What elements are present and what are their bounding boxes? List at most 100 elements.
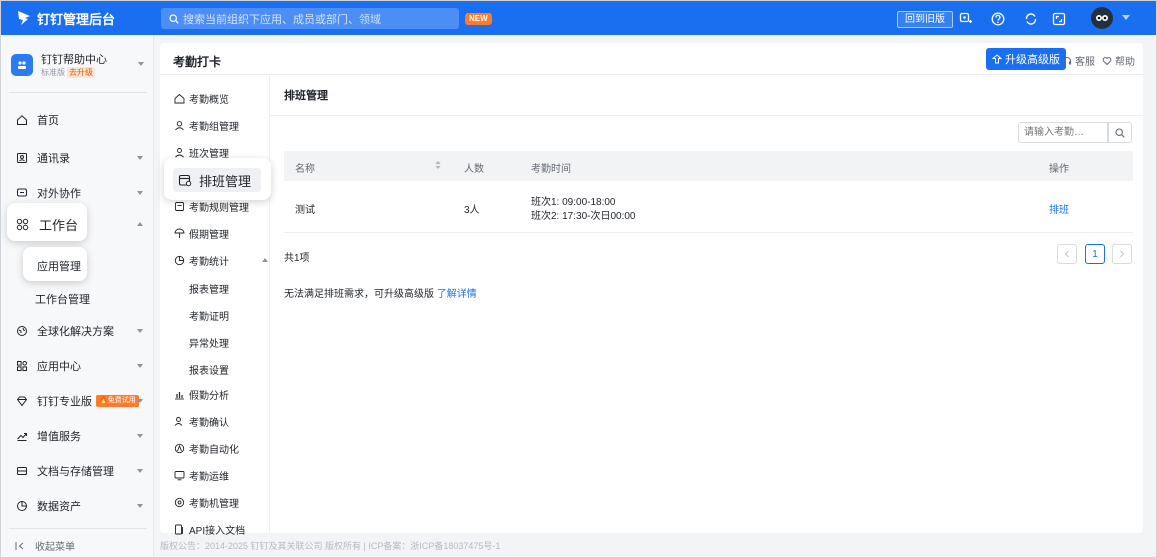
document-icon — [173, 523, 185, 535]
nav-confirm[interactable]: 考勤确认 — [173, 412, 268, 430]
org-name: 钉钉帮助中心 — [41, 54, 107, 66]
collapse-menu-button[interactable]: 收起菜单 — [15, 538, 75, 553]
org-switcher[interactable]: 钉钉帮助中心 标准版 去升级 — [11, 50, 146, 90]
chat-icon — [15, 186, 29, 200]
sidebar-item-workbench[interactable]: 工作台 — [15, 214, 143, 234]
nav-ops[interactable]: 考勤运维 — [173, 466, 268, 484]
chevron-left-icon — [1064, 250, 1069, 258]
sidebar-item-contacts[interactable]: 通讯录 — [15, 148, 143, 168]
sidebar-item-label: 全球化解决方案 — [37, 326, 114, 338]
schedule-action-link[interactable]: 排班 — [1049, 201, 1069, 216]
nav-label: 考勤组管理 — [189, 121, 239, 133]
sidebar-item-home[interactable]: 首页 — [15, 110, 143, 130]
umbrella-icon — [173, 227, 185, 239]
total-count: 共1项 — [284, 253, 310, 264]
cell-count: 3人 — [464, 205, 480, 216]
page-1-button[interactable]: 1 — [1085, 244, 1105, 264]
user-check-icon — [173, 415, 185, 427]
sidebar-item-external[interactable]: 对外协作 — [15, 183, 143, 203]
refresh-icon[interactable] — [1022, 10, 1040, 28]
sidebar-subitem-app-manage[interactable]: 应用管理 — [37, 258, 81, 274]
sidebar-item-global[interactable]: 全球化解决方案 — [15, 321, 143, 341]
global-search-input[interactable]: 搜索当前组织下应用、成员或部门、领域 — [161, 8, 459, 29]
org-edition-label: 标准版 — [41, 68, 65, 77]
learn-more-link[interactable]: 了解详情 — [437, 289, 477, 300]
home-icon — [15, 113, 29, 127]
nav-report-settings[interactable]: 报表设置 — [189, 362, 229, 377]
upgrade-tip: 无法满足排班需求，可升级高级版 了解详情 — [284, 285, 477, 300]
nav-schedule[interactable]: 排班管理 — [173, 171, 268, 189]
sidebar-subitem-workbench-manage[interactable]: 工作台管理 — [35, 291, 90, 307]
nav-rules[interactable]: 考勤规则管理 — [173, 197, 268, 215]
content-divider — [270, 115, 1143, 116]
sort-icon[interactable] — [435, 159, 441, 173]
org-upgrade-link[interactable]: 去升级 — [67, 67, 95, 78]
user-avatar[interactable] — [1091, 7, 1113, 29]
dingtalk-logo-icon — [18, 11, 30, 25]
nav-report-manage[interactable]: 报表管理 — [189, 281, 229, 296]
sidebar-item-label: 文档与存储管理 — [37, 466, 114, 478]
storage-icon — [15, 464, 29, 478]
chevron-down-icon — [137, 434, 143, 438]
nav-groups[interactable]: 考勤组管理 — [173, 116, 268, 134]
sidebar-item-data-assets[interactable]: 数据资产 — [15, 496, 143, 516]
customer-service-link[interactable]: 客服 — [1062, 53, 1095, 68]
nav-label: 假期管理 — [189, 229, 229, 241]
chevron-down-icon — [137, 364, 143, 368]
sidebar-item-app-center[interactable]: 应用中心 — [15, 356, 143, 376]
help-label: 帮助 — [1115, 57, 1135, 68]
fullscreen-icon[interactable] — [1050, 10, 1068, 28]
rules-icon — [173, 200, 185, 212]
help-icon[interactable] — [989, 10, 1007, 28]
help-link[interactable]: 帮助 — [1102, 53, 1135, 68]
upgrade-icon — [992, 54, 1002, 64]
section-title: 排班管理 — [284, 90, 328, 102]
nav-machines[interactable]: 考勤机管理 — [173, 493, 268, 511]
old-version-button[interactable]: 回到旧版 — [897, 11, 953, 28]
prev-page-button[interactable] — [1057, 244, 1077, 264]
nav-overview[interactable]: 考勤概览 — [173, 89, 268, 107]
upgrade-tip-text: 无法满足排班需求，可升级高级版 — [284, 289, 434, 300]
nav-proof[interactable]: 考勤证明 — [189, 308, 229, 323]
sidebar-divider — [9, 528, 147, 529]
nav-label: 考勤机管理 — [189, 498, 239, 510]
top-bar: 钉钉管理后台 搜索当前组织下应用、成员或部门、领域 NEW 回到旧版 — [1, 1, 1156, 35]
nav-label: 考勤确认 — [189, 417, 229, 429]
nav-automation[interactable]: 考勤自动化 — [173, 439, 268, 457]
nav-label: 排班管理 — [199, 173, 252, 189]
nav-api-docs[interactable]: API接入文档 — [173, 520, 268, 538]
sidebar-item-pro[interactable]: 钉钉专业版 🔥免费试用 — [15, 391, 143, 411]
nav-stats[interactable]: 考勤统计 — [173, 251, 268, 269]
cell-name: 测试 — [295, 205, 315, 216]
avatar-face-icon — [1096, 15, 1108, 21]
column-header-name[interactable]: 名称 — [295, 160, 315, 175]
chevron-down-icon — [137, 504, 143, 508]
schedule-search-input[interactable] — [1018, 122, 1108, 143]
nav-leave[interactable]: 假期管理 — [173, 224, 268, 242]
sidebar: 钉钉帮助中心 标准版 去升级 首页 通讯录 对外协作 工作台 应用管理 工作台管理… — [1, 35, 154, 557]
next-page-button[interactable] — [1112, 244, 1132, 264]
brand[interactable]: 钉钉管理后台 — [1, 9, 153, 28]
nav-exceptions[interactable]: 异常处理 — [189, 335, 229, 350]
nav-label: 考勤运维 — [189, 471, 229, 483]
search-icon — [169, 13, 179, 24]
upgrade-button[interactable]: 升级高级版 — [986, 48, 1066, 70]
sidebar-item-value-added[interactable]: 增值服务 — [15, 426, 143, 446]
main-panel: 考勤打卡 升级高级版 客服 帮助 考勤概览 考勤组管理 班次管理 排班管理 考勤… — [160, 43, 1143, 537]
footer-copyright: 版权公告：2014-2025 钉钉及其关联公司 版权所有 | ICP备案：浙IC… — [160, 541, 501, 551]
schedule-search-button[interactable] — [1108, 122, 1132, 143]
apps-icon — [15, 359, 29, 373]
upgrade-label: 升级高级版 — [1005, 54, 1060, 66]
chevron-down-icon — [137, 399, 143, 403]
app-switch-icon[interactable] — [957, 10, 975, 28]
sidebar-divider — [9, 92, 147, 93]
nav-analysis[interactable]: 假勤分析 — [173, 385, 268, 403]
user-icon — [173, 119, 185, 131]
table-row: 测试 3人 班次1: 09:00-18:00 班次2: 17:30-次日00:0… — [284, 181, 1133, 233]
search-icon — [1115, 127, 1125, 138]
attendance-nav: 考勤概览 考勤组管理 班次管理 排班管理 考勤规则管理 假期管理 考勤统计 报表… — [160, 75, 271, 537]
sidebar-item-docs[interactable]: 文档与存储管理 — [15, 461, 143, 481]
user-menu-caret-icon[interactable] — [1122, 15, 1130, 20]
headset-icon — [1063, 56, 1071, 64]
chevron-right-icon — [1120, 250, 1125, 258]
